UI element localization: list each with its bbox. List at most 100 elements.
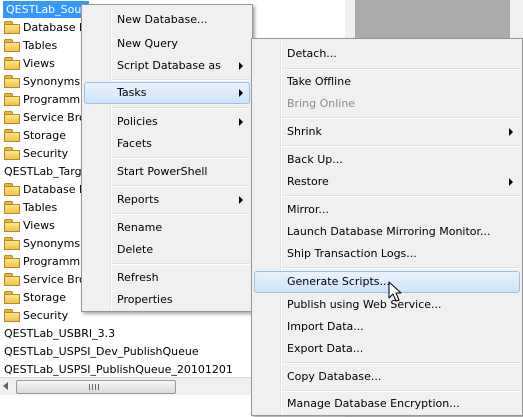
tree-node-label: Views [23,57,55,70]
tree-node-label: Synonyms [23,75,81,88]
chevron-right-icon [239,89,243,97]
folder-icon [4,255,20,268]
menu-item-label: Mirror... [287,203,329,216]
menu-item-export-data[interactable]: Export Data... [254,338,520,360]
tree-node-qestlab-usbri[interactable]: QESTLab_USBRI_3.3 [4,325,115,342]
tree-node-qestlab-uspsi-publishqueue[interactable]: QESTLab_USPSI_PublishQueue_20101201 [4,361,233,377]
menu-item-take-offline[interactable]: Take Offline [254,71,520,93]
tree-node-label: QESTLab_USPSI_PublishQueue_20101201 [4,363,233,376]
tree-node-label: QESTLab_USPSI_Dev_PublishQueue [4,345,199,358]
menu-item-copy-database[interactable]: Copy Database... [254,366,520,388]
tree-node-views[interactable]: Views [4,217,55,234]
menu-item-facets[interactable]: Facets [84,133,250,155]
tree-node-qestlab-source[interactable]: QESTLab_Sour [3,1,89,18]
menu-item-label: Take Offline [287,75,351,88]
tree-node-programmability[interactable]: Programm [4,253,80,270]
folder-icon [4,147,20,160]
folder-icon [4,75,20,88]
menu-separator [112,79,250,81]
tree-node-views[interactable]: Views [4,55,55,72]
menu-item-label: Bring Online [287,97,356,110]
folder-icon [4,21,20,34]
menu-item-manage-encryption[interactable]: Manage Database Encryption... [254,393,520,415]
tree-node-label: QESTLab_Targ [4,165,82,178]
menu-item-label: New Database... [117,13,208,26]
tree-node-label: Tables [23,39,58,52]
tree-node-storage[interactable]: Storage [4,289,66,306]
menu-item-policies[interactable]: Policies [84,111,250,133]
menu-item-refresh[interactable]: Refresh [84,267,250,289]
menu-item-ship-transaction-logs[interactable]: Ship Transaction Logs... [254,243,520,265]
horizontal-scrollbar[interactable] [0,377,255,395]
menu-item-restore[interactable]: Restore [254,171,520,193]
tree-node-database-diagrams[interactable]: Database D [4,19,87,36]
tree-node-label: Views [23,219,55,232]
menu-item-start-powershell[interactable]: Start PowerShell [84,161,250,183]
menu-item-reports[interactable]: Reports [84,189,250,211]
tree-node-database-diagrams[interactable]: Database D [4,181,87,198]
menu-item-back-up[interactable]: Back Up... [254,149,520,171]
menu-item-label: Refresh [117,271,159,284]
tree-node-label: Synonyms [23,237,81,250]
menu-item-import-data[interactable]: Import Data... [254,316,520,338]
tree-node-label: Security [23,309,69,322]
tree-node-label: Programm [23,93,81,106]
menu-item-new-database[interactable]: New Database... [84,9,250,31]
tree-node-label: Database D [23,21,88,34]
tree-node-storage[interactable]: Storage [4,127,66,144]
menu-item-publish-web-service[interactable]: Publish using Web Service... [254,294,520,316]
menu-item-delete[interactable]: Delete [84,239,250,261]
tree-node-programmability[interactable]: Programm [4,91,80,108]
tree-node-qestlab-uspsi-dev[interactable]: QESTLab_USPSI_Dev_PublishQueue [4,343,199,360]
menu-item-tasks[interactable]: Tasks [84,82,250,104]
menu-item-label: Restore [287,175,329,188]
tree-node-synonyms[interactable]: Synonyms [4,235,80,252]
menu-item-label: Generate Scripts... [287,275,390,288]
menu-item-new-query[interactable]: New Query [84,33,250,55]
menu-item-detach[interactable]: Detach... [254,43,520,65]
menu-item-label: Facets [117,137,152,150]
tree-node-label: Programm [23,255,81,268]
menu-separator [282,68,520,70]
folder-icon [4,219,20,232]
tree-node-service-broker[interactable]: Service Bro [4,271,86,288]
tree-node-service-broker[interactable]: Service Bro [4,109,86,126]
tree-node-security[interactable]: Security [4,145,68,162]
menu-separator [112,213,250,215]
tree-node-label: Storage [23,291,67,304]
menu-item-launch-mirroring-monitor[interactable]: Launch Database Mirroring Monitor... [254,221,520,243]
context-menu: New Database... New Query Script Databas… [81,4,253,312]
tree-node-security[interactable]: Security [4,307,68,324]
tree-node-label: Service Bro [23,111,86,124]
menu-item-generate-scripts[interactable]: Generate Scripts... [254,271,520,293]
menu-item-label: Start PowerShell [117,165,208,178]
scroll-thumb[interactable] [16,380,176,394]
menu-item-mirror[interactable]: Mirror... [254,199,520,221]
menu-item-label: Tasks [117,86,147,99]
tree-node-tables[interactable]: Tables [4,37,57,54]
tree-node-label: Storage [23,129,67,142]
menu-item-script-database-as[interactable]: Script Database as [84,55,250,77]
chevron-right-icon [509,178,513,186]
menu-item-rename[interactable]: Rename [84,217,250,239]
menu-item-label: Import Data... [287,320,364,333]
menu-item-shrink[interactable]: Shrink [254,121,520,143]
menu-separator [282,117,520,119]
folder-icon [4,57,20,70]
tree-node-qestlab-target[interactable]: QESTLab_Targ [4,163,82,180]
chevron-right-icon [239,118,243,126]
tree-node-tables[interactable]: Tables [4,199,57,216]
menu-separator [112,185,250,187]
tree-node-label: Tables [23,201,58,214]
grip-icon [89,384,99,390]
folder-icon [4,237,20,250]
menu-item-label: Manage Database Encryption... [287,397,460,410]
tree-node-synonyms[interactable]: Synonyms [4,73,80,90]
folder-icon [4,93,20,106]
arrow-left-icon[interactable] [3,382,8,390]
menu-item-label: Reports [117,193,160,206]
menu-item-properties[interactable]: Properties [84,289,250,311]
folder-icon [4,309,20,322]
folder-icon [4,39,20,52]
folder-icon [4,183,20,196]
